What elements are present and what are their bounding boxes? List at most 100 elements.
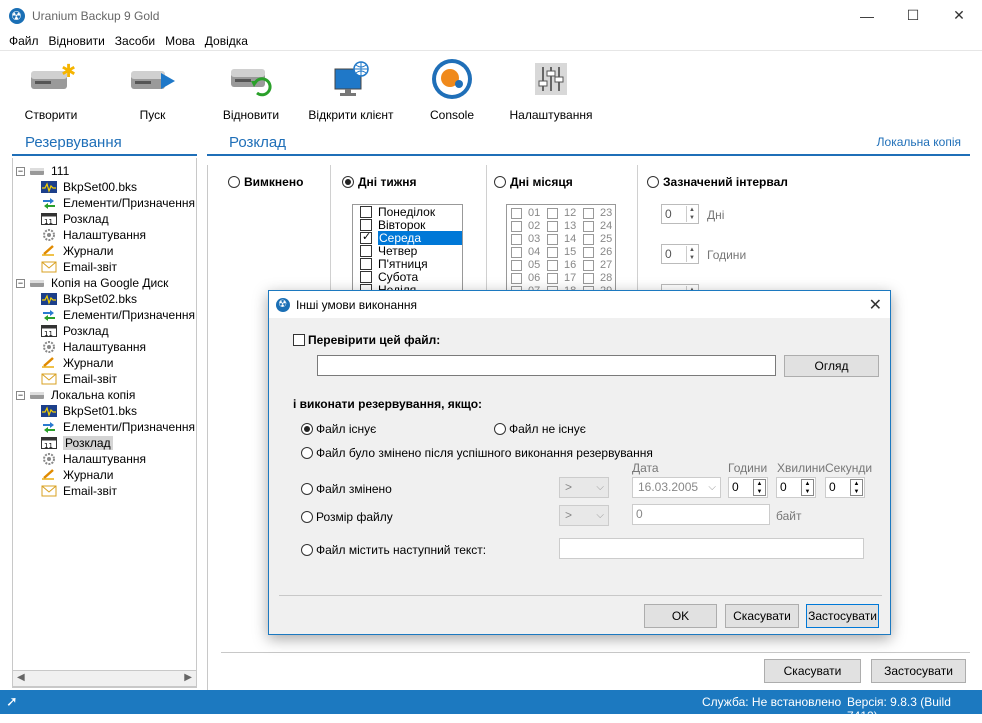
monthdays-grid[interactable]: 0112230213240314250415260516270617280718… — [506, 204, 616, 294]
monthday-checkbox[interactable] — [547, 233, 558, 245]
weekday-item[interactable]: Четвер — [353, 244, 462, 258]
close-button[interactable]: ✕ — [936, 0, 982, 31]
monthday-item[interactable]: 06 — [511, 272, 547, 284]
file-changed-after-backup-radio[interactable] — [301, 447, 313, 459]
ok-button[interactable]: OK — [644, 604, 717, 628]
changed-operator-select[interactable]: > ⌵ — [559, 477, 609, 498]
local-copy-link[interactable]: Локальна копія — [877, 135, 961, 149]
file-changed-after-backup-option[interactable]: Файл було змінено після успішного викона… — [301, 446, 653, 460]
file-exists-radio[interactable] — [301, 423, 313, 435]
tree-item[interactable]: 11 Розклад — [13, 323, 196, 339]
file-not-exists-option[interactable]: Файл не існує — [494, 422, 586, 436]
menu-restore[interactable]: Відновити — [49, 34, 105, 48]
collapse-icon[interactable]: − — [16, 278, 25, 288]
tree-item[interactable]: BkpSet00.bks — [13, 179, 196, 195]
dialog-apply-button[interactable]: Застосувати — [806, 604, 879, 628]
file-contains-text-option[interactable]: Файл містить наступний текст: — [301, 543, 486, 557]
monthday-checkbox[interactable] — [547, 246, 558, 258]
monthday-checkbox[interactable] — [511, 233, 522, 245]
tree-item[interactable]: Налаштування — [13, 339, 196, 355]
settings-button[interactable]: Налаштування — [506, 56, 596, 122]
monthdays-option[interactable]: Дні місяця — [494, 175, 573, 189]
weekday-item[interactable]: Субота — [353, 270, 462, 284]
interval-option[interactable]: Зазначений інтервал — [647, 175, 788, 189]
interval-radio[interactable] — [647, 176, 659, 188]
interval-days-spinner[interactable]: 0 ▲ ▼ — [661, 204, 699, 224]
seconds-spinner[interactable]: 0 ▲ ▼ — [825, 477, 865, 498]
spinner-arrows-icon[interactable]: ▲▼ — [753, 479, 766, 496]
spinner-arrows-icon[interactable]: ▲▼ — [850, 479, 863, 496]
monthdays-radio[interactable] — [494, 176, 506, 188]
file-path-input[interactable] — [317, 355, 776, 376]
scroll-right-icon[interactable]: ▶ — [184, 672, 192, 683]
tree-item[interactable]: Email-звіт — [13, 259, 196, 275]
monthday-checkbox[interactable] — [511, 207, 522, 219]
minimize-button[interactable]: — — [844, 0, 890, 31]
file-size-option[interactable]: Розмір файлу — [301, 510, 393, 524]
size-operator-select[interactable]: > ⌵ — [559, 505, 609, 526]
tree-item[interactable]: Елементи/Призначення — [13, 419, 196, 435]
monthday-item[interactable]: 25 — [583, 233, 615, 245]
console-button[interactable]: Console — [427, 56, 477, 122]
weekday-item[interactable]: Середа — [353, 230, 462, 245]
monthday-item[interactable]: 15 — [547, 246, 583, 258]
tree-item[interactable]: Email-звіт — [13, 371, 196, 387]
monthday-checkbox[interactable] — [547, 259, 558, 271]
weekday-checkbox[interactable] — [360, 270, 372, 283]
monthday-checkbox[interactable] — [511, 272, 522, 284]
check-file-option[interactable]: Перевірити цей файл: — [293, 333, 440, 347]
schedule-cancel-button[interactable]: Скасувати — [764, 659, 861, 683]
file-size-input[interactable]: 0 — [632, 504, 770, 525]
weekday-checkbox[interactable] — [360, 244, 372, 257]
tree-item[interactable]: Журнали — [13, 355, 196, 371]
tree-item[interactable]: Елементи/Призначення — [13, 195, 196, 211]
maximize-button[interactable]: ☐ — [890, 0, 936, 31]
tree-horizontal-scrollbar[interactable]: ◀ ▶ — [12, 670, 197, 687]
weekdays-radio[interactable] — [342, 176, 354, 188]
hours-spinner[interactable]: 0 ▲ ▼ — [728, 477, 768, 498]
monthday-item[interactable]: 12 — [547, 207, 583, 219]
menu-tools[interactable]: Засоби — [115, 34, 155, 48]
tree-item[interactable]: Email-звіт — [13, 483, 196, 499]
tree-item[interactable]: Журнали — [13, 467, 196, 483]
monthday-item[interactable]: 04 — [511, 246, 547, 258]
file-exists-option[interactable]: Файл існує — [301, 422, 376, 436]
search-text-input[interactable] — [559, 538, 864, 559]
monthday-checkbox[interactable] — [583, 220, 594, 232]
monthday-checkbox[interactable] — [583, 272, 594, 284]
restore-button[interactable]: Відновити — [218, 56, 284, 122]
monthday-checkbox[interactable] — [547, 220, 558, 232]
monthday-item[interactable]: 02 — [511, 220, 547, 232]
tree-item[interactable]: Елементи/Призначення — [13, 307, 196, 323]
monthday-checkbox[interactable] — [547, 272, 558, 284]
monthday-item[interactable]: 13 — [547, 220, 583, 232]
weekday-checkbox[interactable] — [360, 205, 372, 218]
menu-language[interactable]: Мова — [165, 34, 195, 48]
monthday-item[interactable]: 23 — [583, 207, 615, 219]
tree-item[interactable]: 11 Розклад — [13, 211, 196, 227]
monthday-checkbox[interactable] — [583, 207, 594, 219]
monthday-item[interactable]: 03 — [511, 233, 547, 245]
weekday-checkbox[interactable] — [360, 257, 372, 270]
monthday-checkbox[interactable] — [511, 259, 522, 271]
monthday-checkbox[interactable] — [511, 246, 522, 258]
tree-backup-node[interactable]: − Копія на Google Диск — [13, 275, 196, 291]
monthday-item[interactable]: 28 — [583, 272, 615, 284]
file-changed-option[interactable]: Файл змінено — [301, 482, 392, 496]
monthday-checkbox[interactable] — [511, 220, 522, 232]
monthday-item[interactable]: 24 — [583, 220, 615, 232]
weekdays-option[interactable]: Дні тижня — [342, 175, 416, 189]
weekday-item[interactable]: Понеділок — [353, 205, 462, 219]
create-button[interactable]: ✱ Створити — [20, 56, 82, 122]
menu-help[interactable]: Довідка — [205, 34, 248, 48]
tree-item[interactable]: BkpSet02.bks — [13, 291, 196, 307]
monthday-item[interactable]: 17 — [547, 272, 583, 284]
spinner-arrows-icon[interactable]: ▲▼ — [801, 479, 814, 496]
schedule-apply-button[interactable]: Застосувати — [871, 659, 966, 683]
tree-backup-node[interactable]: − Локальна копія — [13, 387, 196, 403]
weekdays-list[interactable]: ПонеділокВівторокСередаЧетверП'ятницяСуб… — [352, 204, 463, 294]
file-size-radio[interactable] — [301, 511, 313, 523]
monthday-checkbox[interactable] — [583, 233, 594, 245]
monthday-item[interactable]: 27 — [583, 259, 615, 271]
scroll-left-icon[interactable]: ◀ — [17, 672, 25, 683]
